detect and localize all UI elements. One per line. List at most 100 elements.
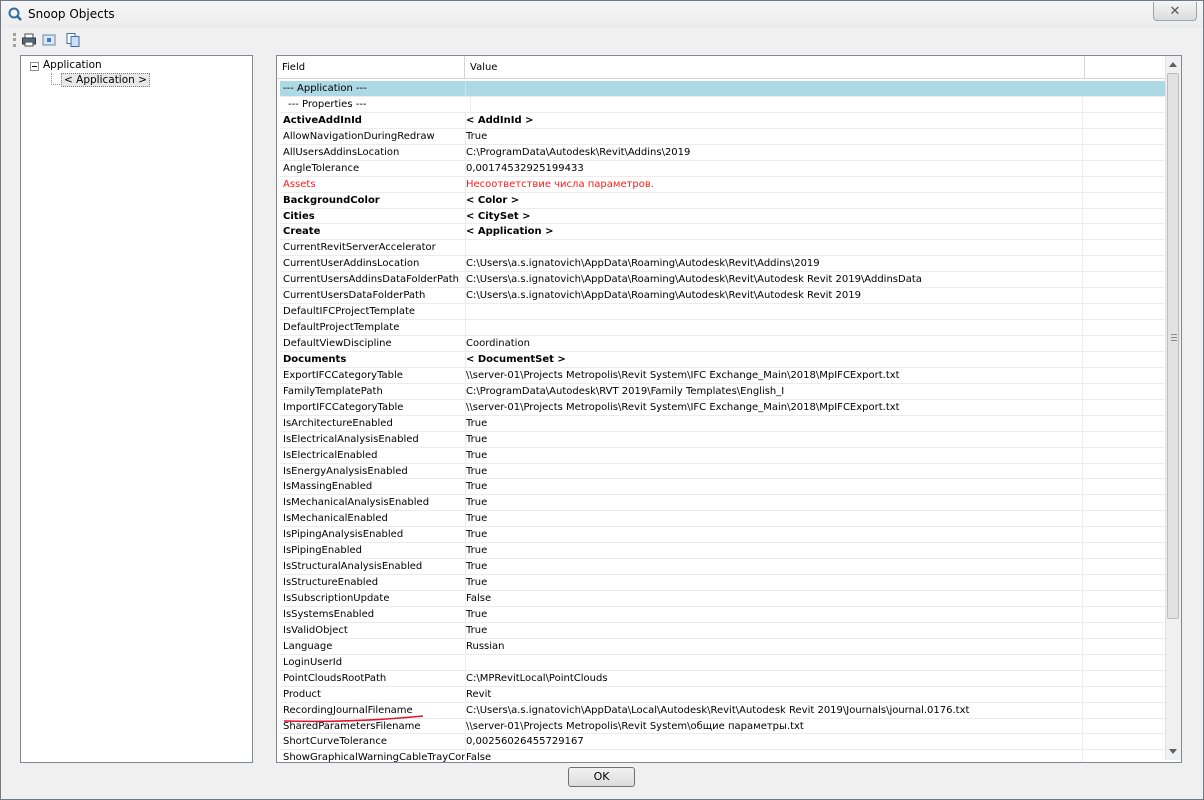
table-row[interactable]: CurrentUsersAddinsDataFolderPath C:\Users…	[280, 272, 1165, 289]
value-cell: C:\MPRevitLocal\PointClouds	[463, 670, 1083, 686]
field-cell: IsStructuralAnalysisEnabled	[280, 559, 466, 575]
field-cell: Assets	[280, 176, 466, 192]
table-row[interactable]: IsMechanicalEnabled True	[280, 511, 1165, 528]
value-cell: C:\ProgramData\Autodesk\RVT 2019\Family …	[463, 383, 1083, 399]
table-row[interactable]: IsElectricalEnabled True	[280, 447, 1165, 464]
table-row[interactable]: --- Properties ---	[280, 96, 1165, 113]
table-row[interactable]: IsPipingEnabled True	[280, 543, 1165, 560]
field-cell: IsPipingEnabled	[280, 543, 466, 559]
value-cell: < AddInId >	[463, 112, 1083, 128]
column-header-value[interactable]: Value	[465, 56, 1085, 78]
field-cell: IsArchitectureEnabled	[280, 415, 466, 431]
value-cell: False	[463, 591, 1083, 606]
grip-icon	[1171, 334, 1177, 341]
table-row[interactable]: Assets Несоответствие числа параметров.	[280, 176, 1165, 193]
field-cell: ExportIFCCategoryTable	[280, 367, 466, 383]
field-cell: ActiveAddInId	[280, 112, 466, 128]
table-row[interactable]: IsSubscriptionUpdate False	[280, 591, 1165, 607]
field-cell: IsSubscriptionUpdate	[280, 591, 466, 606]
scroll-down-icon[interactable]	[1169, 749, 1177, 754]
field-cell: BackgroundColor	[280, 192, 466, 208]
close-icon: ✕	[1169, 3, 1181, 19]
table-row[interactable]: ShowGraphicalWarningCableTrayCon False	[280, 750, 1165, 762]
table-row[interactable]: CurrentRevitServerAccelerator	[280, 240, 1165, 257]
column-header-filler	[1085, 56, 1165, 78]
field-cell: ShortCurveTolerance	[280, 734, 466, 750]
scroll-up-icon[interactable]	[1169, 62, 1177, 67]
table-row[interactable]: ShortCurveTolerance 0,00256026455729167	[280, 734, 1165, 751]
title-bar: Snoop Objects ✕	[1, 1, 1203, 28]
table-row[interactable]: Language Russian	[280, 638, 1165, 655]
value-cell: Russian	[463, 638, 1083, 654]
table-row[interactable]: IsArchitectureEnabled True	[280, 415, 1165, 432]
table-row[interactable]: ActiveAddInId < AddInId >	[280, 112, 1165, 129]
field-cell: AllUsersAddinsLocation	[280, 144, 466, 160]
field-cell: IsElectricalAnalysisEnabled	[280, 431, 466, 447]
value-cell: False	[463, 750, 1083, 762]
table-row[interactable]: Documents < DocumentSet >	[280, 351, 1165, 368]
column-header-field[interactable]: Field	[277, 56, 465, 78]
value-cell: True	[463, 511, 1083, 527]
table-row[interactable]: CurrentUsersDataFolderPath C:\Users\a.s.i…	[280, 288, 1165, 305]
value-cell	[463, 81, 1082, 96]
table-row[interactable]: --- Application ---	[280, 81, 1165, 97]
snoop-icon[interactable]	[41, 32, 57, 48]
table-row[interactable]: AllowNavigationDuringRedraw True	[280, 128, 1165, 145]
table-row[interactable]: Product Revit	[280, 686, 1165, 703]
table-row[interactable]: ImportIFCCategoryTable \\server-01\Projec…	[280, 399, 1165, 416]
field-cell: CurrentUsersDataFolderPath	[280, 288, 466, 304]
field-cell: IsMechanicalEnabled	[280, 511, 466, 527]
table-row[interactable]: IsStructureEnabled True	[280, 575, 1165, 591]
field-cell: IsMechanicalAnalysisEnabled	[280, 495, 466, 511]
table-row[interactable]: IsEnergyAnalysisEnabled True	[280, 463, 1165, 480]
table-row[interactable]: IsStructuralAnalysisEnabled True	[280, 559, 1165, 576]
table-row[interactable]: IsMassingEnabled True	[280, 479, 1165, 496]
red-underline-annotation	[283, 715, 424, 723]
table-row[interactable]: Cities < CitySet >	[280, 208, 1165, 225]
field-cell: CurrentRevitServerAccelerator	[280, 240, 466, 256]
table-row[interactable]: AllUsersAddinsLocation C:\ProgramData\Aut…	[280, 144, 1165, 161]
tree-node-application-instance[interactable]: < Application >	[61, 73, 150, 87]
value-cell: True	[463, 495, 1083, 511]
copy-icon[interactable]	[65, 32, 81, 48]
table-row[interactable]: DefaultViewDiscipline Coordination	[280, 336, 1165, 352]
table-row[interactable]: PointCloudsRootPath C:\MPRevitLocal\Point…	[280, 670, 1165, 687]
field-cell: IsStructureEnabled	[280, 575, 466, 591]
vertical-scrollbar[interactable]	[1165, 56, 1181, 760]
close-button[interactable]: ✕	[1153, 2, 1197, 21]
field-cell: LoginUserId	[280, 654, 466, 670]
table-row[interactable]: Create < Application >	[280, 224, 1165, 241]
value-cell: True	[463, 543, 1083, 559]
field-cell: ShowGraphicalWarningCableTrayCon	[280, 750, 466, 762]
table-row[interactable]: IsValidObject True	[280, 622, 1165, 639]
object-tree[interactable]: Application < Application >	[20, 55, 253, 763]
value-cell	[463, 304, 1083, 320]
value-cell: C:\Users\a.s.ignatovich\AppData\Roaming\…	[463, 288, 1083, 304]
value-cell: \\server-01\Projects Metropolis\Revit Sy…	[463, 718, 1083, 734]
table-row[interactable]: ExportIFCCategoryTable \\server-01\Projec…	[280, 367, 1165, 384]
property-grid[interactable]: Field Value --- Application --- --- Prope…	[276, 55, 1182, 763]
table-row[interactable]: CurrentUserAddinsLocation C:\Users\a.s.ig…	[280, 256, 1165, 273]
tree-node-application[interactable]: Application	[43, 59, 102, 71]
toolbar-grip[interactable]	[13, 33, 19, 47]
value-cell: 0,00174532925199433	[463, 160, 1083, 176]
table-row[interactable]: IsMechanicalAnalysisEnabled True	[280, 495, 1165, 512]
table-row[interactable]: IsPipingAnalysisEnabled True	[280, 527, 1165, 544]
table-row[interactable]: DefaultProjectTemplate	[280, 320, 1165, 336]
scroll-thumb[interactable]	[1167, 73, 1179, 619]
table-row[interactable]: IsSystemsEnabled True	[280, 606, 1165, 623]
field-cell: IsElectricalEnabled	[280, 447, 466, 463]
field-cell: IsPipingAnalysisEnabled	[280, 527, 466, 543]
table-row[interactable]: DefaultIFCProjectTemplate	[280, 304, 1165, 321]
table-row[interactable]: FamilyTemplatePath C:\ProgramData\Autodes…	[280, 383, 1165, 400]
table-row[interactable]: LoginUserId	[280, 654, 1165, 671]
table-row[interactable]: BackgroundColor < Color >	[280, 192, 1165, 209]
collapse-icon[interactable]	[30, 62, 39, 71]
print-icon[interactable]	[21, 32, 37, 48]
value-cell: True	[463, 575, 1083, 591]
field-cell: PointCloudsRootPath	[280, 670, 466, 686]
table-row[interactable]: AngleTolerance 0,00174532925199433	[280, 160, 1165, 177]
value-cell: < CitySet >	[463, 208, 1083, 224]
ok-button[interactable]: OK	[568, 767, 635, 787]
table-row[interactable]: IsElectricalAnalysisEnabled True	[280, 431, 1165, 448]
